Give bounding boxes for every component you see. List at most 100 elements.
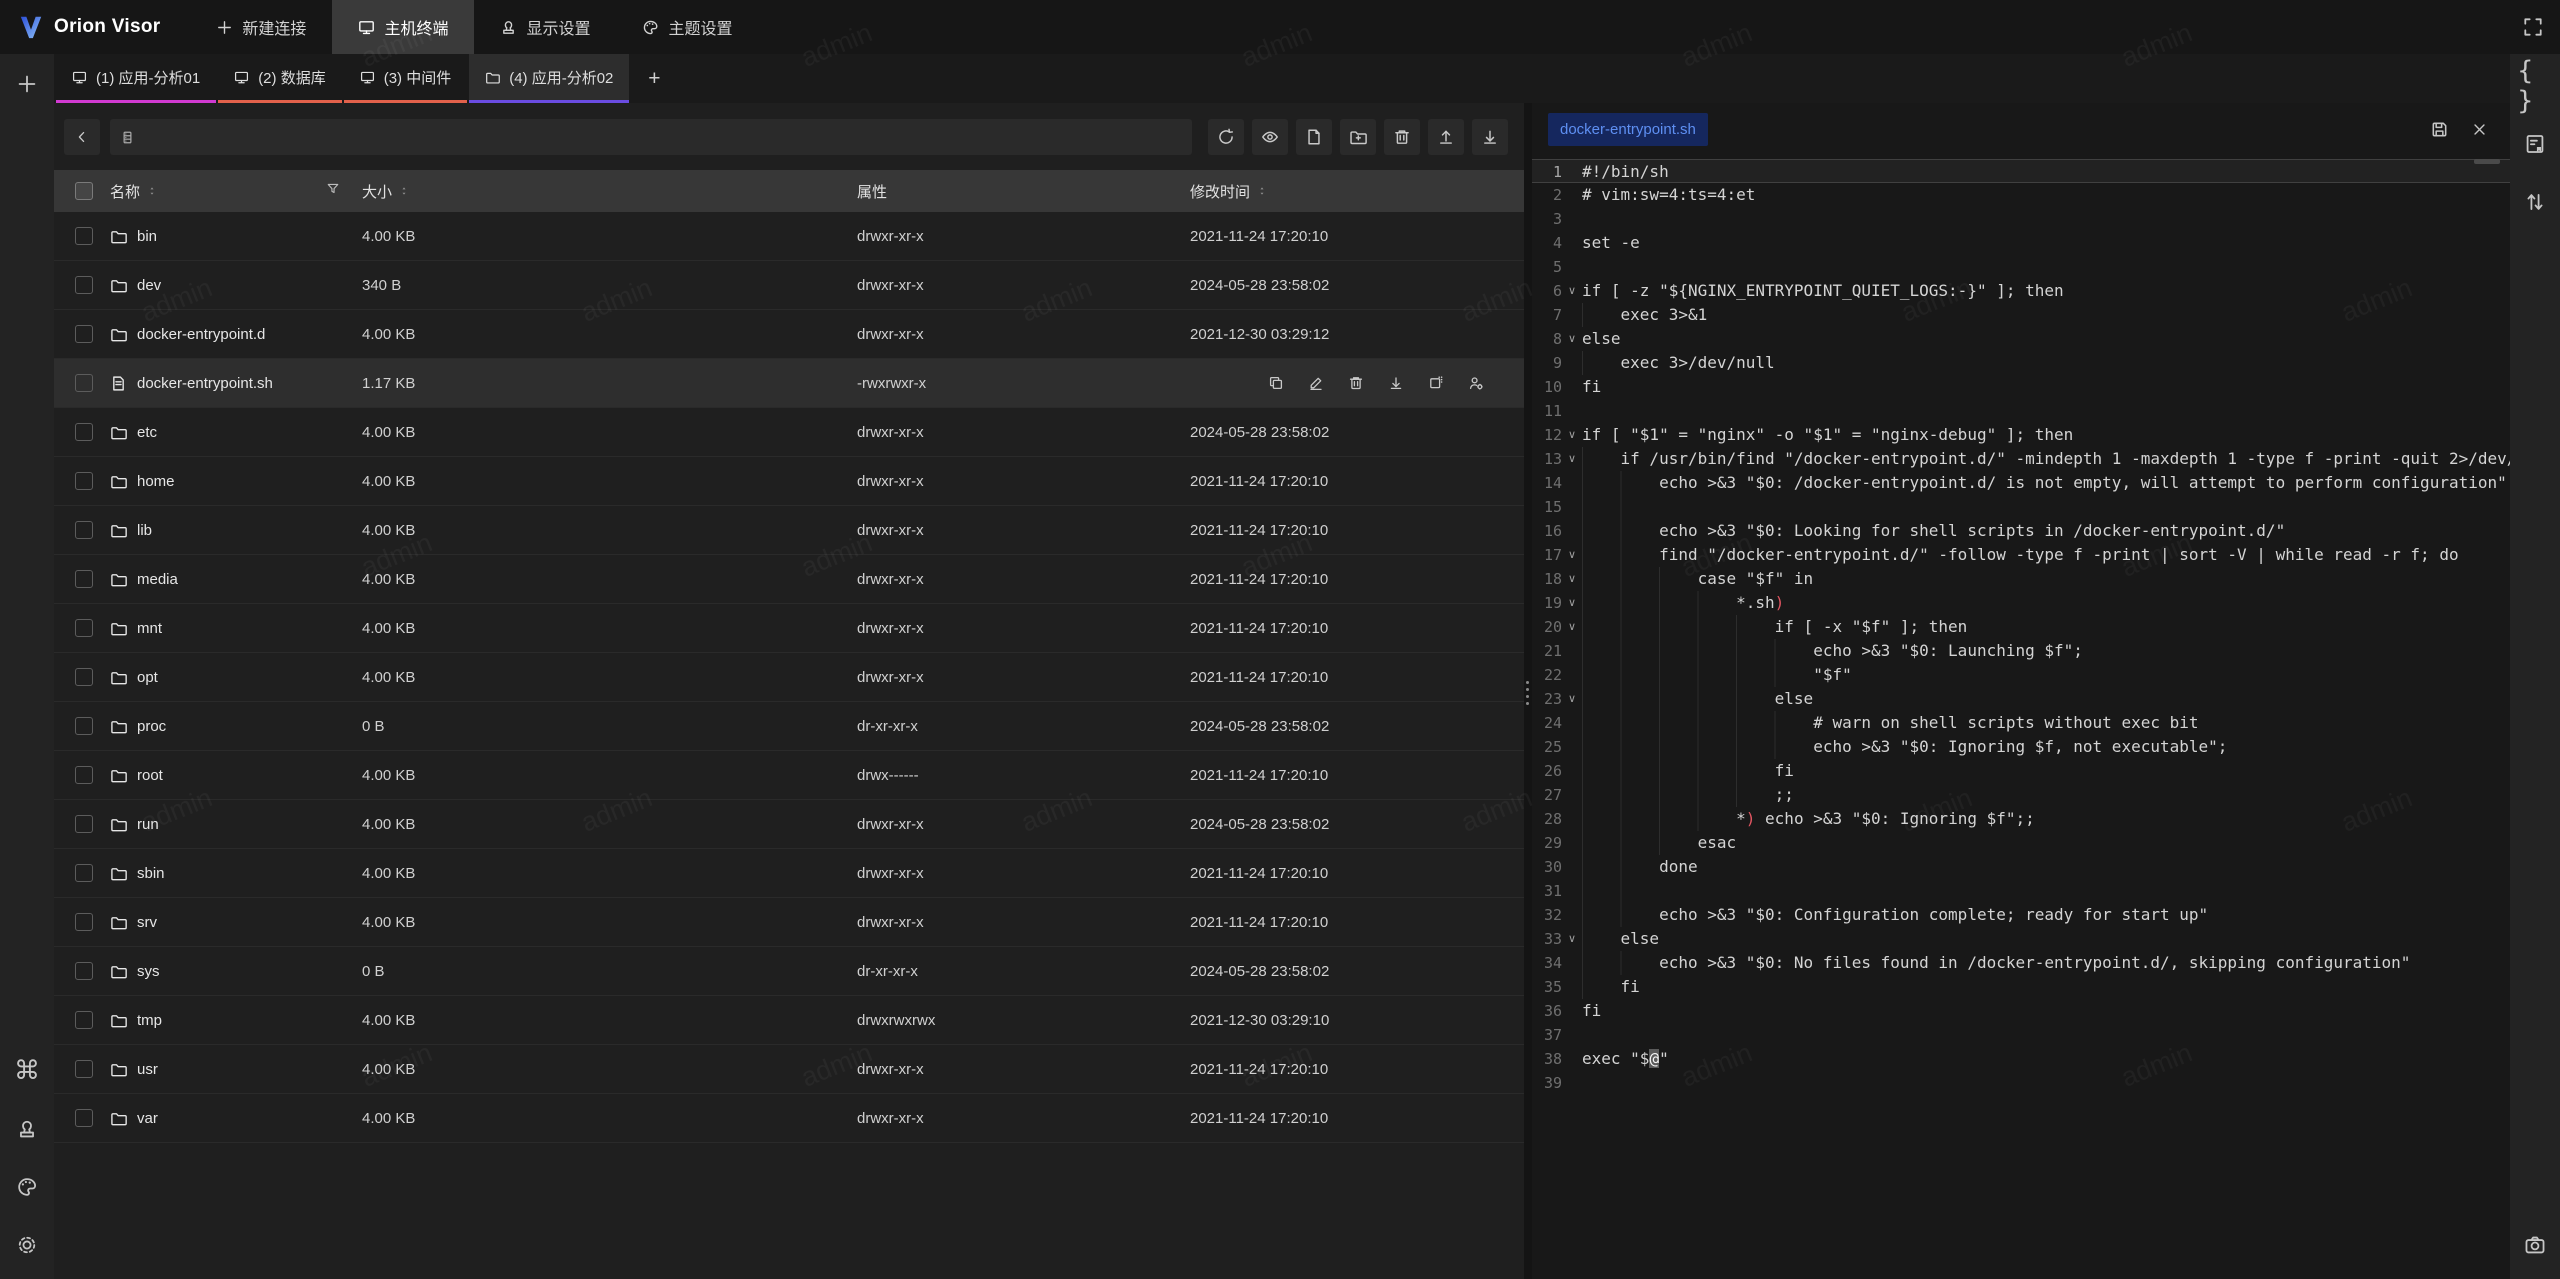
- row-checkbox[interactable]: [75, 668, 93, 686]
- row-checkbox[interactable]: [75, 913, 93, 931]
- menu-new-connection[interactable]: 新建连接: [190, 0, 332, 54]
- row-checkbox[interactable]: [75, 766, 93, 784]
- save-button[interactable]: [2424, 114, 2454, 144]
- file-name-cell[interactable]: root: [110, 767, 362, 784]
- row-checkbox[interactable]: [75, 864, 93, 882]
- table-row[interactable]: proc0 Bdr-xr-xr-x2024-05-28 23:58:02: [54, 702, 1524, 751]
- preview-button[interactable]: [1252, 119, 1288, 155]
- menu-host-terminal[interactable]: 主机终端: [332, 0, 474, 54]
- upload-button[interactable]: [1428, 119, 1464, 155]
- table-row[interactable]: root4.00 KBdrwx------2021-11-24 17:20:10: [54, 751, 1524, 800]
- fold-icon[interactable]: ∨: [1562, 615, 1582, 639]
- file-name-cell[interactable]: mnt: [110, 620, 362, 637]
- back-button[interactable]: [64, 119, 100, 155]
- row-delete-button[interactable]: [1348, 375, 1364, 391]
- new-tab-button[interactable]: +: [631, 54, 677, 103]
- fold-icon[interactable]: ∨: [1562, 567, 1582, 591]
- tab-1[interactable]: (1) 应用-分析01: [56, 54, 216, 103]
- row-checkbox[interactable]: [75, 815, 93, 833]
- delete-button[interactable]: [1384, 119, 1420, 155]
- file-name-cell[interactable]: sbin: [110, 865, 362, 882]
- code-editor[interactable]: 1#!/bin/sh2# vim:sw=4:ts=4:et34set -e56∨…: [1532, 155, 2510, 1279]
- row-permission-button[interactable]: [1468, 375, 1484, 391]
- table-row[interactable]: var4.00 KBdrwxr-xr-x2021-11-24 17:20:10: [54, 1094, 1524, 1143]
- fold-icon[interactable]: ∨: [1562, 423, 1582, 447]
- table-row[interactable]: usr4.00 KBdrwxr-xr-x2021-11-24 17:20:10: [54, 1045, 1524, 1094]
- row-checkbox[interactable]: [75, 962, 93, 980]
- table-row[interactable]: dev340 Bdrwxr-xr-x2024-05-28 23:58:02: [54, 261, 1524, 310]
- app-logo[interactable]: Orion Visor: [0, 0, 190, 54]
- fullscreen-button[interactable]: [2506, 0, 2560, 54]
- row-move-button[interactable]: [1428, 375, 1444, 391]
- row-copy-button[interactable]: [1268, 375, 1284, 391]
- file-name-cell[interactable]: var: [110, 1110, 362, 1127]
- rail-file-bookmark-button[interactable]: [2517, 126, 2553, 162]
- table-row[interactable]: bin4.00 KBdrwxr-xr-x2021-11-24 17:20:10: [54, 212, 1524, 261]
- rail-swap-vertical-button[interactable]: [2517, 184, 2553, 220]
- file-name-cell[interactable]: etc: [110, 424, 362, 441]
- row-checkbox[interactable]: [75, 374, 93, 392]
- rail-command-button[interactable]: ⌘: [9, 1053, 45, 1089]
- rail-theme-button[interactable]: [9, 1169, 45, 1205]
- row-download-button[interactable]: [1388, 375, 1404, 391]
- refresh-button[interactable]: [1208, 119, 1244, 155]
- table-row[interactable]: sbin4.00 KBdrwxr-xr-x2021-11-24 17:20:10: [54, 849, 1524, 898]
- file-name-cell[interactable]: tmp: [110, 1012, 362, 1029]
- fold-icon[interactable]: ∨: [1562, 543, 1582, 567]
- row-checkbox[interactable]: [75, 472, 93, 490]
- rail-display-button[interactable]: [9, 1111, 45, 1147]
- file-name-cell[interactable]: lib: [110, 522, 362, 539]
- editor-file-badge[interactable]: docker-entrypoint.sh: [1548, 113, 1708, 146]
- fold-icon[interactable]: ∨: [1562, 927, 1582, 951]
- file-name-cell[interactable]: proc: [110, 718, 362, 735]
- tab-2[interactable]: (2) 数据库: [218, 54, 342, 103]
- file-name-cell[interactable]: media: [110, 571, 362, 588]
- menu-theme-settings[interactable]: 主题设置: [616, 0, 758, 54]
- file-name-cell[interactable]: opt: [110, 669, 362, 686]
- menu-display-settings[interactable]: 显示设置: [474, 0, 616, 54]
- row-checkbox[interactable]: [75, 1011, 93, 1029]
- fold-icon[interactable]: ∨: [1562, 327, 1582, 351]
- row-checkbox[interactable]: [75, 423, 93, 441]
- select-all-checkbox[interactable]: [75, 182, 93, 200]
- row-checkbox[interactable]: [75, 570, 93, 588]
- close-editor-button[interactable]: [2464, 114, 2494, 144]
- rail-new-tab-button[interactable]: [9, 66, 45, 102]
- row-checkbox[interactable]: [75, 325, 93, 343]
- table-row[interactable]: sys0 Bdr-xr-xr-x2024-05-28 23:58:02: [54, 947, 1524, 996]
- table-row[interactable]: mnt4.00 KBdrwxr-xr-x2021-11-24 17:20:10: [54, 604, 1524, 653]
- file-name-cell[interactable]: run: [110, 816, 362, 833]
- table-row[interactable]: opt4.00 KBdrwxr-xr-x2021-11-24 17:20:10: [54, 653, 1524, 702]
- new-folder-button[interactable]: [1340, 119, 1376, 155]
- row-checkbox[interactable]: [75, 521, 93, 539]
- new-file-button[interactable]: [1296, 119, 1332, 155]
- row-checkbox[interactable]: [75, 619, 93, 637]
- table-row[interactable]: docker-entrypoint.d4.00 KBdrwxr-xr-x2021…: [54, 310, 1524, 359]
- fold-icon[interactable]: ∨: [1562, 447, 1582, 471]
- panel-splitter[interactable]: [1524, 103, 1532, 1279]
- download-button[interactable]: [1472, 119, 1508, 155]
- rail-variables-button[interactable]: { }: [2517, 68, 2553, 104]
- sort-icon[interactable]: [399, 186, 409, 196]
- tab-3[interactable]: (3) 中间件: [344, 54, 468, 103]
- row-checkbox[interactable]: [75, 276, 93, 294]
- fold-icon[interactable]: ∨: [1562, 279, 1582, 303]
- sort-icon[interactable]: [1257, 186, 1267, 196]
- file-name-cell[interactable]: usr: [110, 1061, 362, 1078]
- fold-icon[interactable]: ∨: [1562, 687, 1582, 711]
- rail-settings-button[interactable]: [9, 1227, 45, 1263]
- rail-screenshot-button[interactable]: [2517, 1227, 2553, 1263]
- file-name-cell[interactable]: home: [110, 473, 362, 490]
- row-edit-button[interactable]: [1308, 375, 1324, 391]
- table-row[interactable]: lib4.00 KBdrwxr-xr-x2021-11-24 17:20:10: [54, 506, 1524, 555]
- file-name-cell[interactable]: docker-entrypoint.sh: [110, 375, 362, 392]
- table-row[interactable]: run4.00 KBdrwxr-xr-x2024-05-28 23:58:02: [54, 800, 1524, 849]
- file-name-cell[interactable]: dev: [110, 277, 362, 294]
- tab-4[interactable]: (4) 应用-分析02: [469, 54, 629, 103]
- row-checkbox[interactable]: [75, 227, 93, 245]
- row-checkbox[interactable]: [75, 1109, 93, 1127]
- table-row[interactable]: home4.00 KBdrwxr-xr-x2021-11-24 17:20:10: [54, 457, 1524, 506]
- table-row[interactable]: etc4.00 KBdrwxr-xr-x2024-05-28 23:58:02: [54, 408, 1524, 457]
- row-checkbox[interactable]: [75, 1060, 93, 1078]
- file-name-cell[interactable]: srv: [110, 914, 362, 931]
